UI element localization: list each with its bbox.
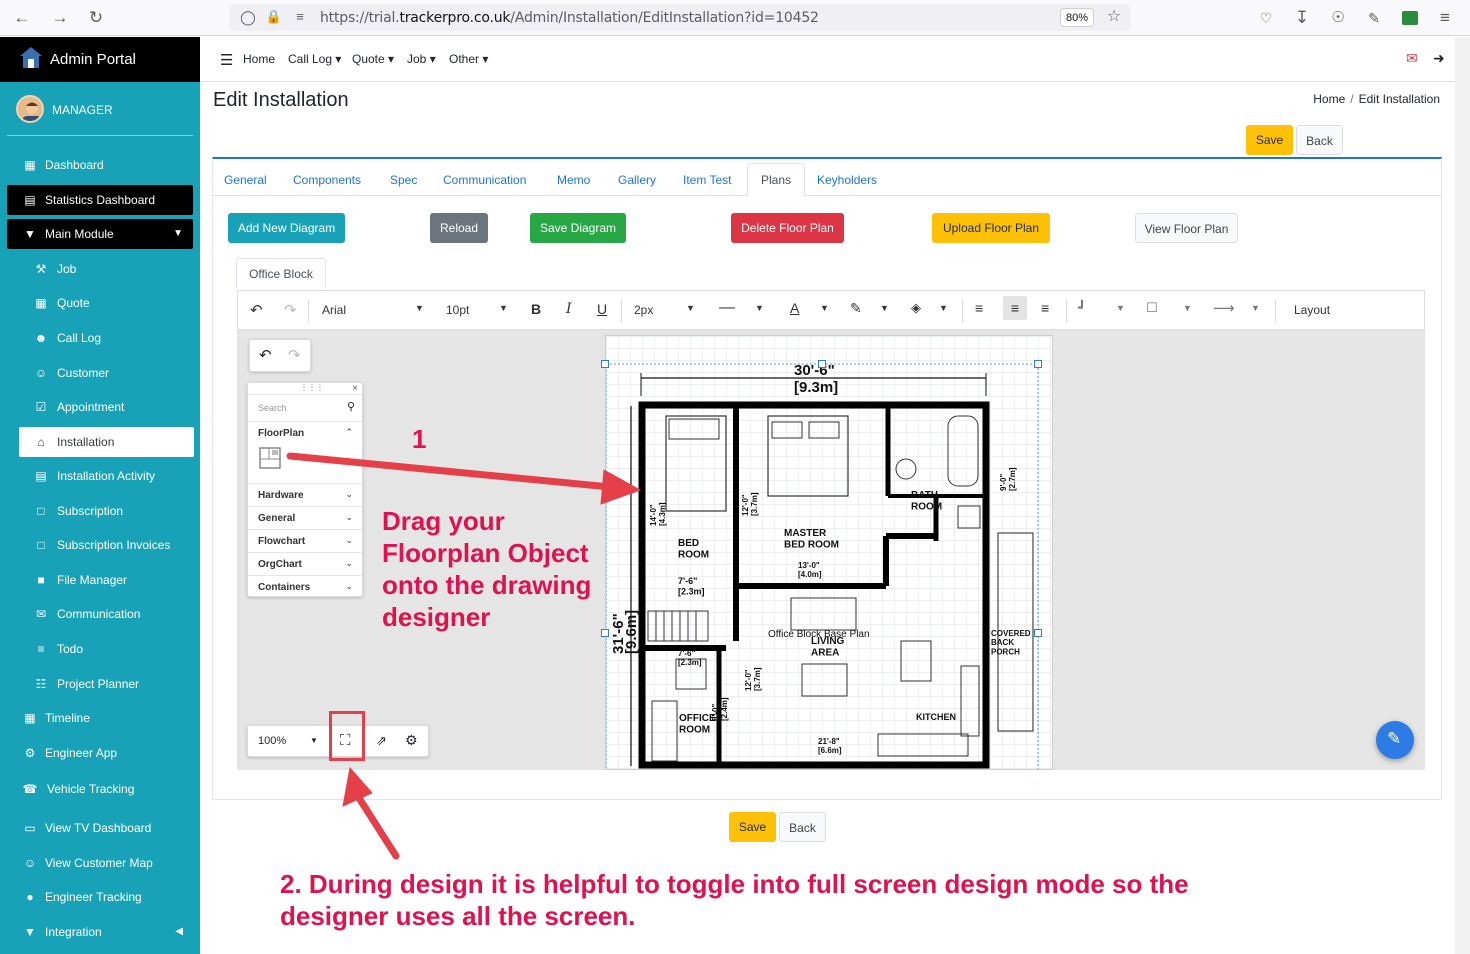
annotation-drag-instruction: Drag your Floorplan Object onto the draw… (382, 506, 592, 632)
annotation-step-1: 1 (412, 424, 427, 454)
annotation-fullscreen-instruction: 2. During design it is helpful to toggle… (280, 869, 1189, 931)
annotation-arrows (286, 452, 642, 860)
